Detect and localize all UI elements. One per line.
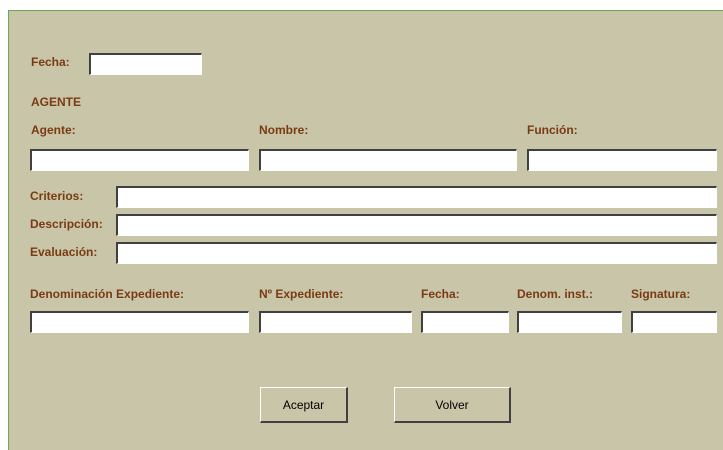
evaluacion-label: Evaluación:	[30, 245, 98, 259]
denom-inst-input[interactable]	[517, 311, 622, 333]
agente-label: Agente:	[31, 123, 76, 137]
fecha-label: Fecha:	[31, 55, 70, 69]
n-expediente-label: Nº Expediente:	[259, 287, 344, 301]
aceptar-button[interactable]: Aceptar	[260, 387, 348, 423]
volver-button[interactable]: Volver	[394, 387, 511, 423]
agente-input[interactable]	[30, 149, 249, 171]
denominacion-expediente-input[interactable]	[30, 311, 249, 333]
n-expediente-input[interactable]	[259, 311, 412, 333]
denom-inst-label: Denom. inst.:	[517, 287, 594, 301]
fecha-expediente-label: Fecha:	[421, 287, 460, 301]
funcion-input[interactable]	[527, 149, 717, 171]
form-panel: Fecha: AGENTE Agente: Nombre: Función: C…	[8, 10, 723, 450]
nombre-label: Nombre:	[259, 123, 309, 137]
signatura-label: Signatura:	[631, 287, 691, 301]
criterios-input[interactable]	[116, 186, 717, 208]
evaluacion-input[interactable]	[116, 242, 717, 264]
criterios-label: Criterios:	[30, 189, 84, 203]
denominacion-expediente-label: Denominación Expediente:	[30, 287, 185, 301]
fecha-input[interactable]	[89, 53, 202, 75]
funcion-label: Función:	[527, 123, 578, 137]
descripcion-label: Descripción:	[30, 217, 103, 231]
descripcion-input[interactable]	[116, 214, 717, 236]
section-title-agente: AGENTE	[31, 95, 82, 109]
fecha-expediente-input[interactable]	[421, 311, 509, 333]
signatura-input[interactable]	[631, 311, 717, 333]
nombre-input[interactable]	[259, 149, 517, 171]
